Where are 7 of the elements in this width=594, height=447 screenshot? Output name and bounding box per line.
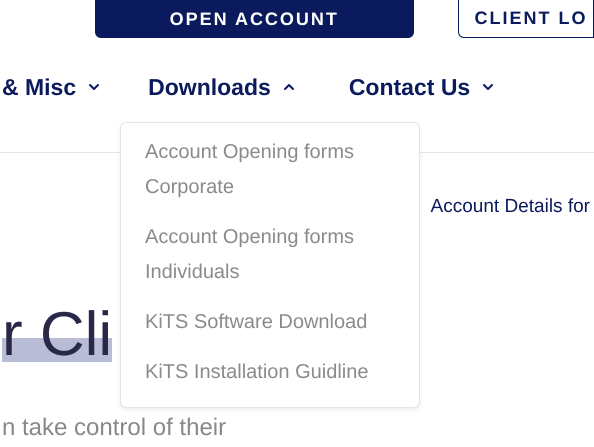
account-details-link[interactable]: Account Details for bbox=[430, 193, 590, 222]
client-login-button[interactable]: CLIENT LO bbox=[458, 0, 594, 38]
nav-menu-item[interactable]: Downloads bbox=[148, 70, 297, 104]
open-account-button[interactable]: OPEN ACCOUNT bbox=[95, 0, 414, 38]
nav-menu-item[interactable]: Contact Us bbox=[348, 70, 496, 104]
intro-text: n take control of their bbox=[2, 414, 228, 442]
nav-menu-item[interactable]: & Misc bbox=[2, 70, 102, 104]
